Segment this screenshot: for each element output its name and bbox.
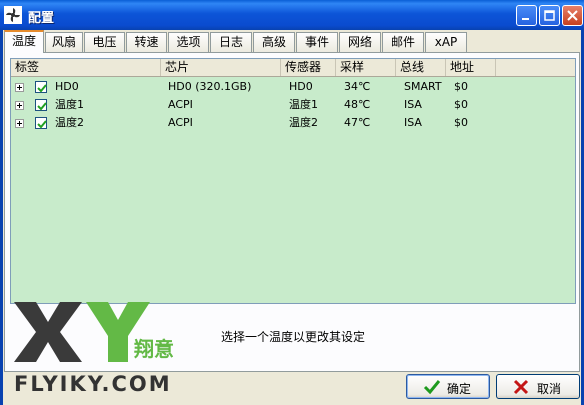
close-icon [567,10,578,21]
table-row[interactable]: 温度1 ACPI 温度1 48℃ ISA $0 [11,96,575,114]
hint-text: 选择一个温度以更改其设定 [221,330,366,344]
tab-speed[interactable]: 转速 [126,32,167,52]
tab-label: 温度 [11,34,36,48]
tab-label: 转速 [134,35,159,49]
tab-log[interactable]: 日志 [210,32,252,52]
sensor-checkbox[interactable] [35,81,47,93]
cell-address: $0 [454,116,468,129]
expand-icon[interactable] [15,83,24,92]
ok-label: 确定 [447,382,472,396]
minimize-button[interactable] [516,5,537,26]
cell-label: 温度2 [55,116,84,129]
cross-icon [513,379,529,395]
tab-mail[interactable]: 邮件 [382,32,424,52]
cell-sensor: 温度1 [289,98,318,111]
column-header-sample[interactable]: 采样 [336,59,396,76]
table-row[interactable]: HD0 HD0 (320.1GB) HD0 34℃ SMART $0 [11,78,575,96]
tab-voltage[interactable]: 电压 [84,32,125,52]
sensor-list[interactable]: 标签 芯片 传感器 采样 总线 地址 HD0 HD0 (320.1GB) HD0… [10,58,576,304]
column-header-chip[interactable]: 芯片 [161,59,281,76]
logo-tagline: 翔意 [133,337,174,361]
expand-icon[interactable] [15,119,24,128]
checkmark-icon [37,120,47,129]
cell-bus: ISA [404,98,422,111]
flyiky-logo: 翔意 FLYIKY.COM [14,302,174,396]
app-icon [4,6,22,24]
sensor-checkbox[interactable] [35,117,47,129]
cell-address: $0 [454,80,468,93]
cell-sample: 47℃ [344,116,371,129]
cell-sample: 34℃ [344,80,371,93]
column-header-address[interactable]: 地址 [446,59,496,76]
list-header: 标签 芯片 传感器 采样 总线 地址 [11,59,575,77]
logo-site: FLYIKY.COM [14,372,172,396]
column-header-label[interactable]: 标签 [11,59,161,76]
table-row[interactable]: 温度2 ACPI 温度2 47℃ ISA $0 [11,114,575,132]
cell-sensor: HD0 [289,80,313,93]
cell-sample: 48℃ [344,98,371,111]
cell-sensor: 温度2 [289,116,318,129]
tab-label: xAP [434,35,458,49]
maximize-icon [544,10,555,21]
column-header-sensor[interactable]: 传感器 [281,59,336,76]
cell-bus: ISA [404,116,422,129]
cell-label: HD0 [55,80,79,93]
expand-icon[interactable] [15,101,24,110]
tab-label: 电压 [92,35,117,49]
tab-label: 邮件 [390,35,415,49]
tab-temperature[interactable]: 温度 [4,30,44,53]
tab-network[interactable]: 网络 [339,32,381,52]
checkmark-icon [37,84,47,93]
ok-button[interactable]: 确定 [406,374,490,399]
tab-xap[interactable]: xAP [425,32,467,52]
tab-label: 事件 [304,35,329,49]
tab-events[interactable]: 事件 [296,32,338,52]
window-title: 配置 [28,11,55,26]
tab-advanced[interactable]: 高级 [253,32,295,52]
close-button[interactable] [562,5,583,26]
column-header-bus[interactable]: 总线 [396,59,446,76]
cell-address: $0 [454,98,468,111]
cell-bus: SMART [404,80,442,93]
cancel-button[interactable]: 取消 [496,374,580,399]
maximize-button[interactable] [539,5,560,26]
minimize-icon [522,18,529,20]
cell-label: 温度1 [55,98,84,111]
tab-label: 风扇 [51,35,76,49]
checkmark-icon [423,380,441,395]
tab-label: 选项 [176,35,201,49]
window-frame-left [0,30,3,405]
tab-label: 高级 [261,35,286,49]
tab-fan[interactable]: 风扇 [45,32,83,52]
tab-label: 日志 [218,35,243,49]
sensor-checkbox[interactable] [35,99,47,111]
cell-chip: ACPI [168,116,193,129]
tab-label: 网络 [347,35,372,49]
title-bar: 配置 [0,0,584,30]
cancel-label: 取消 [537,382,562,396]
checkmark-icon [37,102,47,111]
tab-options[interactable]: 选项 [168,32,209,52]
cell-chip: ACPI [168,98,193,111]
cell-chip: HD0 (320.1GB) [168,80,252,93]
